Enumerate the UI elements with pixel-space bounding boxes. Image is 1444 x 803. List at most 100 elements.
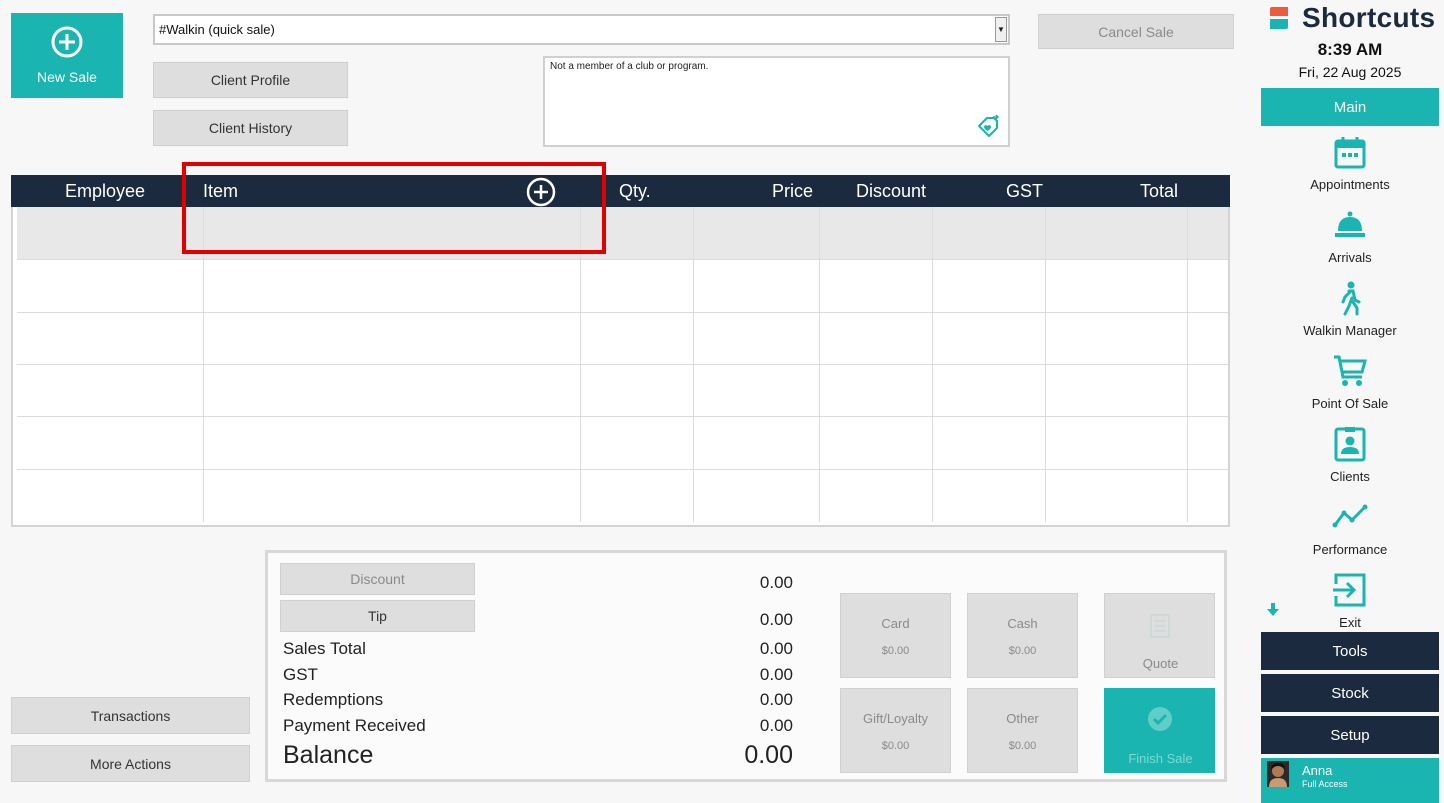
cash-payment-button[interactable]: Cash $0.00 bbox=[967, 593, 1078, 678]
club-info-box: Not a member of a club or program. bbox=[543, 56, 1010, 147]
quote-label: Quote bbox=[1142, 656, 1179, 671]
gift-loyalty-label: Gift/Loyalty bbox=[862, 711, 929, 726]
add-item-icon[interactable] bbox=[526, 177, 556, 207]
club-info-text: Not a member of a club or program. bbox=[550, 61, 709, 72]
checkmark-circle-icon bbox=[1148, 707, 1172, 731]
sale-grid-header: Employee Item Qty. Price Discount GST To… bbox=[11, 175, 1230, 207]
finish-sale-button[interactable]: Finish Sale bbox=[1104, 688, 1215, 773]
cash-label: Cash bbox=[1007, 616, 1038, 631]
column-employee[interactable]: Employee bbox=[65, 181, 145, 202]
loyalty-tag-icon[interactable] bbox=[976, 115, 1000, 139]
column-item[interactable]: Item bbox=[203, 181, 238, 202]
more-actions-label: More Actions bbox=[90, 755, 171, 772]
table-row[interactable] bbox=[17, 207, 1228, 260]
sidebar-item-label: Arrivals bbox=[1328, 250, 1372, 265]
stock-label: Stock bbox=[1331, 684, 1369, 702]
column-discount[interactable]: Discount bbox=[856, 181, 926, 202]
sales-total-label: Sales Total bbox=[283, 639, 366, 658]
cash-amount: $0.00 bbox=[1008, 645, 1037, 657]
arrow-down-icon[interactable] bbox=[1267, 603, 1279, 617]
discount-button[interactable]: Discount bbox=[280, 563, 475, 595]
client-select[interactable]: #Walkin (quick sale) ▼ bbox=[153, 14, 1010, 45]
totals-panel: Discount Tip 0.00 0.00 Sales Total 0.00 … bbox=[265, 550, 1227, 782]
sidebar-item-label: Exit bbox=[1339, 615, 1361, 630]
balance-value: 0.00 bbox=[744, 741, 793, 769]
redemptions-label: Redemptions bbox=[283, 690, 384, 709]
more-actions-button[interactable]: More Actions bbox=[11, 745, 250, 782]
plus-circle-icon bbox=[51, 26, 83, 58]
column-price[interactable]: Price bbox=[772, 181, 813, 202]
payment-received-value: 0.00 bbox=[759, 716, 793, 735]
balance-label: Balance bbox=[283, 741, 374, 769]
tab-main[interactable]: Main bbox=[1261, 88, 1439, 126]
sidebar-item-point-of-sale[interactable]: Point Of Sale bbox=[1261, 353, 1439, 425]
sidebar-item-arrivals[interactable]: Arrivals bbox=[1261, 207, 1439, 279]
setup-label: Setup bbox=[1330, 726, 1370, 744]
brand: Shortcuts bbox=[1268, 2, 1435, 34]
trend-line-icon bbox=[1332, 504, 1368, 528]
client-history-label: Client History bbox=[208, 120, 293, 136]
sale-grid bbox=[11, 207, 1230, 527]
walking-person-icon bbox=[1341, 281, 1361, 316]
finish-sale-label: Finish Sale bbox=[1128, 751, 1193, 766]
client-profile-label: Client Profile bbox=[210, 72, 291, 88]
setup-button[interactable]: Setup bbox=[1261, 716, 1439, 754]
transactions-label: Transactions bbox=[90, 707, 171, 724]
avatar bbox=[1267, 761, 1289, 787]
table-row[interactable] bbox=[17, 417, 1228, 470]
new-sale-button[interactable]: New Sale bbox=[11, 13, 123, 98]
card-payment-button[interactable]: Card $0.00 bbox=[840, 593, 951, 678]
user-name: Anna bbox=[1302, 763, 1333, 778]
table-row[interactable] bbox=[17, 470, 1228, 522]
other-amount: $0.00 bbox=[1008, 740, 1037, 752]
quote-button[interactable]: Quote bbox=[1104, 593, 1215, 678]
document-icon bbox=[1150, 614, 1170, 638]
sidebar-item-label: Performance bbox=[1312, 542, 1388, 557]
user-bar[interactable]: Anna Full Access bbox=[1261, 758, 1439, 803]
user-role: Full Access bbox=[1302, 779, 1348, 789]
discount-value: 0.00 bbox=[759, 573, 793, 592]
column-total[interactable]: Total bbox=[1140, 181, 1178, 202]
tools-button[interactable]: Tools bbox=[1261, 632, 1439, 670]
calendar-icon bbox=[1334, 137, 1366, 169]
gst-label: GST bbox=[283, 665, 318, 684]
other-label: Other bbox=[1006, 711, 1039, 726]
table-row[interactable] bbox=[17, 313, 1228, 365]
tab-main-label: Main bbox=[1333, 98, 1367, 116]
table-row[interactable] bbox=[17, 365, 1228, 417]
tip-button[interactable]: Tip bbox=[280, 600, 475, 632]
gst-value: 0.00 bbox=[759, 665, 793, 684]
card-label: Card bbox=[881, 616, 910, 631]
client-profile-button[interactable]: Client Profile bbox=[153, 62, 348, 98]
column-qty[interactable]: Qty. bbox=[619, 181, 651, 202]
sidebar-title: Shortcuts bbox=[1302, 2, 1436, 33]
sidebar-item-clients[interactable]: Clients bbox=[1261, 426, 1439, 498]
sidebar-item-performance[interactable]: Performance bbox=[1261, 499, 1439, 571]
sidebar-item-walkin-manager[interactable]: Walkin Manager bbox=[1261, 280, 1439, 352]
client-history-button[interactable]: Client History bbox=[153, 110, 348, 146]
transactions-button[interactable]: Transactions bbox=[11, 697, 250, 734]
sidebar-item-label: Clients bbox=[1330, 469, 1370, 484]
cancel-sale-button[interactable]: Cancel Sale bbox=[1038, 14, 1234, 49]
gift-loyalty-button[interactable]: Gift/Loyalty $0.00 bbox=[840, 688, 951, 773]
tools-label: Tools bbox=[1332, 642, 1368, 660]
pos-window: New Sale #Walkin (quick sale) ▼ Client P… bbox=[0, 0, 1444, 803]
table-row[interactable] bbox=[17, 260, 1228, 313]
dropdown-arrow-icon[interactable]: ▼ bbox=[995, 17, 1007, 42]
shortcuts-sidebar: Shortcuts 8:39 AM Fri, 22 Aug 2025 Main … bbox=[1261, 0, 1439, 803]
bell-icon bbox=[1335, 211, 1365, 237]
clock-time: 8:39 AM bbox=[1317, 40, 1383, 59]
payment-received-label: Payment Received bbox=[283, 716, 426, 735]
sidebar-item-label: Point Of Sale bbox=[1311, 396, 1389, 411]
tip-label: Tip bbox=[368, 608, 387, 624]
sidebar-item-label: Appointments bbox=[1310, 177, 1390, 192]
card-amount: $0.00 bbox=[881, 645, 910, 657]
sidebar-item-label: Walkin Manager bbox=[1303, 323, 1397, 338]
cart-icon bbox=[1334, 355, 1367, 386]
stock-button[interactable]: Stock bbox=[1261, 674, 1439, 712]
column-gst[interactable]: GST bbox=[1006, 181, 1043, 202]
other-payment-button[interactable]: Other $0.00 bbox=[967, 688, 1078, 773]
sidebar-item-appointments[interactable]: Appointments bbox=[1261, 134, 1439, 206]
tip-value: 0.00 bbox=[759, 610, 793, 629]
exit-icon bbox=[1333, 573, 1366, 607]
